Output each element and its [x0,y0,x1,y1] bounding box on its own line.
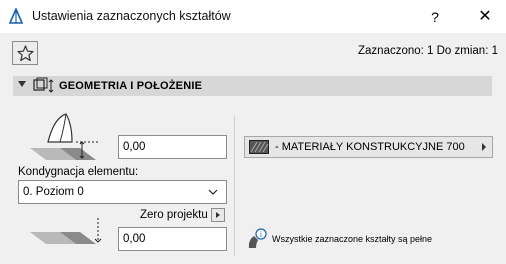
bottom-offset-diagram-icon [20,218,104,251]
material-swatch-icon [249,140,269,157]
favorites-button[interactable] [12,41,38,65]
bottom-offset-input[interactable]: 0,00 [118,227,227,251]
selection-status: Zaznaczono: 1 Do zmian: 1 [358,45,498,57]
top-offset-diagram-icon [20,112,104,163]
section-geometry-header[interactable]: GEOMETRIA I POŁOŻENIE [13,76,492,96]
story-select[interactable]: 0. Poziom 0 [18,180,227,204]
reference-level-label: Zero projektu [140,209,208,221]
star-icon [17,45,34,62]
material-label: - MATERIAŁY KONSTRUKCYJNE 700 [275,141,465,153]
solid-info-icon: i [246,228,268,253]
section-title: GEOMETRIA I POŁOŻENIE [59,80,203,92]
submenu-arrow-icon [482,143,486,151]
close-button[interactable]: ✕ [470,6,500,28]
window-title: Ustawienia zaznaczonych kształtów [32,9,231,23]
reference-level-popup-button[interactable] [211,208,225,222]
story-label: Kondygnacja elementu: [18,166,139,178]
info-text: Wszystkie zaznaczone kształty są pełne [272,234,433,244]
geometry-icon [33,77,55,98]
material-picker-button[interactable]: - MATERIAŁY KONSTRUKCYJNE 700 [244,136,493,158]
collapse-arrow-icon[interactable] [18,81,26,87]
chevron-down-icon [208,187,218,199]
top-offset-input[interactable]: 0,00 [118,135,227,159]
svg-text:i: i [260,231,262,239]
title-bar: Ustawienia zaznaczonych kształtów ? ✕ [0,0,506,33]
help-button[interactable]: ? [420,6,450,28]
story-select-value: 0. Poziom 0 [23,186,84,198]
column-divider [234,116,235,256]
archicad-icon [8,6,24,27]
